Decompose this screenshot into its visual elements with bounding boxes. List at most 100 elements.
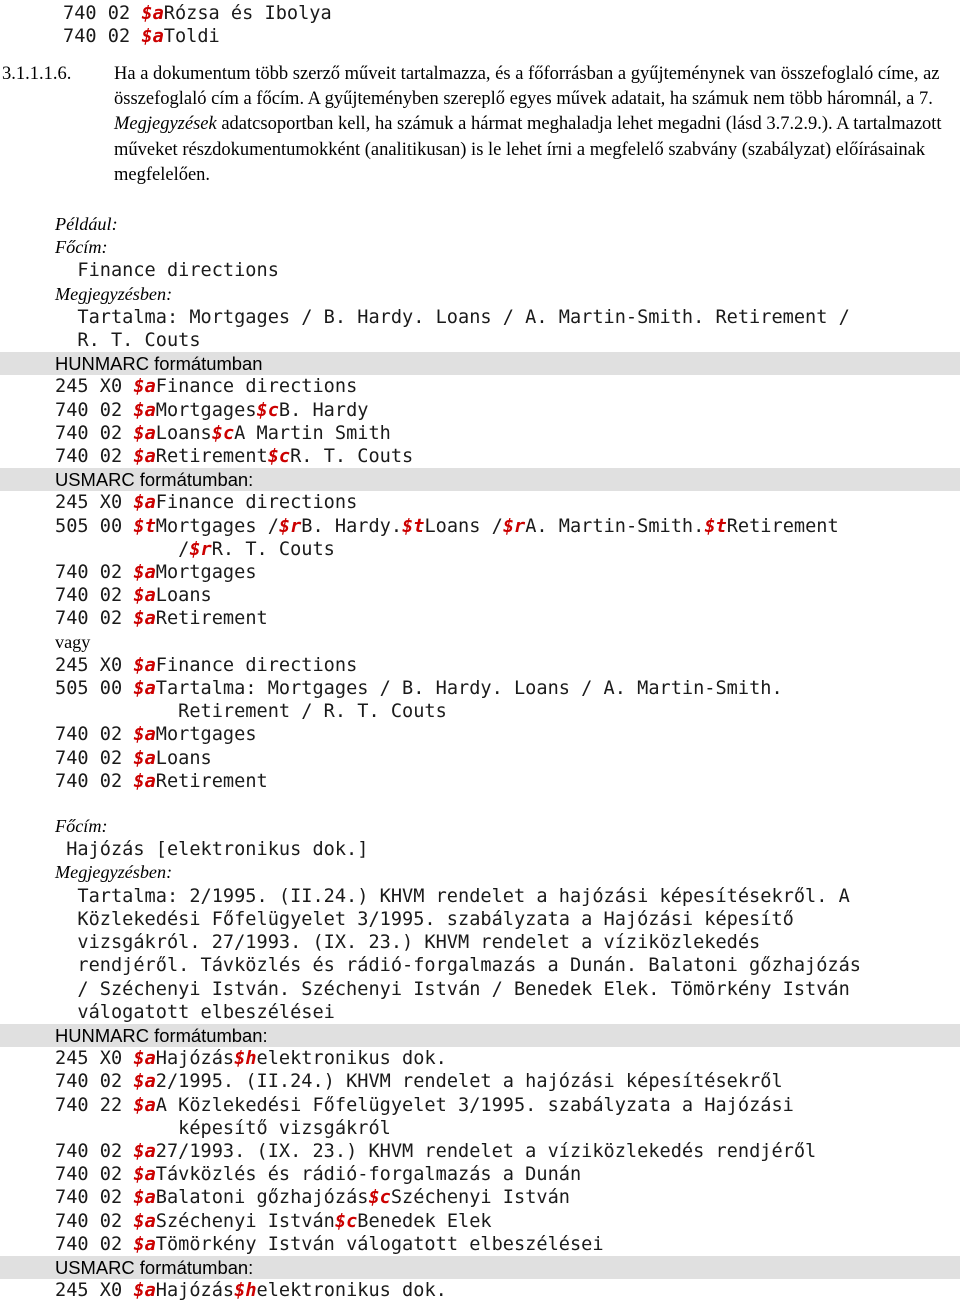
megjegyzesben-value: Tartalma: Mortgages / B. Hardy. Loans / … (0, 306, 960, 352)
marc-line: 245 X0 $aFinance directions (55, 654, 358, 676)
heading-usmarc: USMARC formátumban: (0, 468, 960, 492)
vagy-block: 245 X0 $aFinance directions 505 00 $aTart… (0, 654, 960, 793)
marc-line: 740 02 $aBalatoni gőzhajózás$cSzéchenyi … (55, 1187, 570, 1209)
marc-line: 740 02 $aRózsa és Ibolya (63, 3, 332, 24)
heading-hunmarc: HUNMARC formátumban (0, 352, 960, 376)
marc-line: 740 02 $aTömörkény István válogatott elb… (55, 1233, 604, 1255)
subfield-code: $h (234, 1280, 257, 1302)
subfield-code: $t (402, 515, 425, 537)
subfield-code: $a (141, 3, 164, 24)
subfield-code: $a (133, 724, 156, 746)
usmarc-block: 245 X0 $aFinance directions 505 00 $tMort… (0, 491, 960, 630)
note-line: R. T. Couts (55, 330, 201, 352)
subfield-code: $a (133, 399, 156, 421)
subfield-code: $a (133, 376, 156, 398)
marc-line: 740 02 $aRetirement$cR. T. Couts (55, 446, 414, 468)
subfield-code: $a (133, 1233, 156, 1255)
marc-line: képesítő vizsgákról (55, 1117, 391, 1139)
subfield-code: $t (133, 515, 156, 537)
subfield-code: $a (133, 1164, 156, 1186)
marc-line: 245 X0 $aHajózás$helektronikus dok. (55, 1280, 447, 1302)
note-line: Közlekedési Főfelügyelet 3/1995. szabály… (55, 908, 794, 930)
hunmarc-block: 245 X0 $aFinance directions 740 02 $aMort… (0, 375, 960, 468)
subfield-code: $a (133, 1210, 156, 1232)
label-peldaul: Például: (55, 214, 118, 234)
subfield-code: $a (133, 1094, 156, 1116)
subfield-code: $t (704, 515, 727, 537)
subfield-code: $r (502, 515, 526, 537)
emphasis-text: Megjegyzések (114, 114, 217, 135)
subfield-code: $r (278, 515, 302, 537)
subfield-code: $a (133, 654, 156, 676)
focim-value: Finance directions (55, 260, 279, 282)
subfield-code: $a (133, 608, 156, 630)
usmarc-block: 245 X0 $aHajózás$helektronikus dok. (0, 1279, 960, 1302)
note-line: Tartalma: 2/1995. (II.24.) KHVM rendelet… (55, 885, 850, 907)
label-focim: Főcím: (55, 237, 108, 258)
subfield-code: $a (133, 585, 156, 607)
marc-line: 505 00 $aTartalma: Mortgages / B. Hardy.… (55, 678, 783, 700)
subfield-code: $a (133, 1187, 156, 1209)
example-1: Főcím: Finance directions Megjegyzésben:… (0, 236, 960, 793)
subfield-code: $c (211, 422, 235, 444)
document-page: 740 02 $aRózsa és Ibolya 740 02 $aToldi … (0, 0, 960, 1302)
subfield-code: $c (267, 446, 291, 468)
subfield-code: $a (133, 492, 156, 514)
marc-line: 740 02 $a2/1995. (II.24.) KHVM rendelet … (55, 1071, 783, 1093)
note-line: / Széchenyi István. Széchenyi István / B… (55, 978, 850, 1000)
marc-line: 740 02 $aRetirement (55, 770, 268, 792)
marc-line: 740 02 $aSzéchenyi István$cBenedek Elek (55, 1210, 492, 1232)
marc-line: 740 02 $aLoans$cA Martin Smith (55, 422, 391, 444)
marc-line: 740 02 $aMortgages (55, 724, 257, 746)
subfield-code: $a (133, 1048, 156, 1070)
marc-line: 740 02 $aLoans (55, 747, 212, 769)
heading-usmarc: USMARC formátumban: (0, 1255, 960, 1280)
marc-line: 740 02 $aMortgages$cB. Hardy (55, 399, 369, 421)
note-line: válogatott elbeszélései (55, 1001, 335, 1023)
subfield-code: $a (133, 747, 156, 769)
heading-hunmarc: HUNMARC formátumban: (0, 1023, 960, 1048)
subfield-code: $a (133, 770, 156, 792)
marc-line: 740 02 $aTávközlés és rádió-forgalmazás … (55, 1164, 582, 1186)
marc-line: 740 02 $aRetirement (55, 608, 268, 630)
examples-region: Például: Főcím: Finance directions Megje… (0, 213, 960, 1302)
hunmarc-block: 245 X0 $aHajózás$helektronikus dok. 740 0… (0, 1047, 960, 1256)
megjegyzesben-value: Tartalma: 2/1995. (II.24.) KHVM rendelet… (0, 885, 960, 1024)
example-2: Főcím: Hajózás [elektronikus dok.] Megje… (0, 815, 960, 1302)
subfield-code: $a (133, 562, 156, 584)
label-megjegyzesben: Megjegyzésben: (55, 283, 173, 304)
marc-line: /$rR. T. Couts (55, 538, 335, 560)
focim-value: Hajózás [elektronikus dok.] (55, 839, 369, 861)
marc-line: 245 X0 $aHajózás$helektronikus dok. (55, 1048, 447, 1070)
marc-line: 740 02 $aToldi (63, 26, 220, 48)
subfield-code: $a (141, 26, 164, 48)
clause-number: 3.1.1.1.6. (2, 64, 72, 84)
subfield-code: $c (256, 399, 279, 421)
marc-line: 740 02 $aMortgages (55, 562, 257, 584)
top-marc-block: 740 02 $aRózsa és Ibolya 740 02 $aToldi (63, 2, 332, 48)
clause-3-1-1-1-6: 3.1.1.1.6. Ha a dokumentum több szerző m… (0, 62, 950, 188)
marc-line: Retirement / R. T. Couts (55, 701, 447, 723)
note-line: Tartalma: Mortgages / B. Hardy. Loans / … (55, 306, 850, 328)
marc-line: 245 X0 $aFinance directions (55, 376, 358, 398)
note-line: vizsgákról. 27/1993. (IX. 23.) KHVM rend… (55, 932, 761, 954)
subfield-code: $a (133, 446, 156, 468)
subfield-code: $a (133, 1280, 156, 1302)
marc-line: 740 22 $aA Közlekedési Főfelügyelet 3/19… (55, 1094, 794, 1116)
label-focim: Főcím: (55, 816, 108, 837)
note-line: rendjéről. Távközlés és rádió-forgalmazá… (55, 955, 861, 977)
subfield-code: $a (133, 678, 156, 700)
subfield-code: $h (234, 1048, 257, 1070)
marc-line: 740 02 $aLoans (55, 585, 212, 607)
subfield-code: $c (334, 1210, 358, 1232)
subfield-code: $c (368, 1187, 391, 1209)
marc-line: 505 00 $tMortgages /$rB. Hardy.$tLoans /… (55, 515, 839, 537)
example-separator (0, 793, 960, 815)
marc-line: 245 X0 $aFinance directions (55, 492, 358, 514)
subfield-code: $r (189, 538, 212, 560)
subfield-code: $a (133, 1140, 156, 1162)
label-vagy: vagy (55, 631, 91, 652)
marc-line: 740 02 $a27/1993. (IX. 23.) KHVM rendele… (55, 1140, 817, 1162)
clause-text: Ha a dokumentum több szerző műveit tarta… (114, 64, 942, 185)
subfield-code: $a (133, 422, 156, 444)
